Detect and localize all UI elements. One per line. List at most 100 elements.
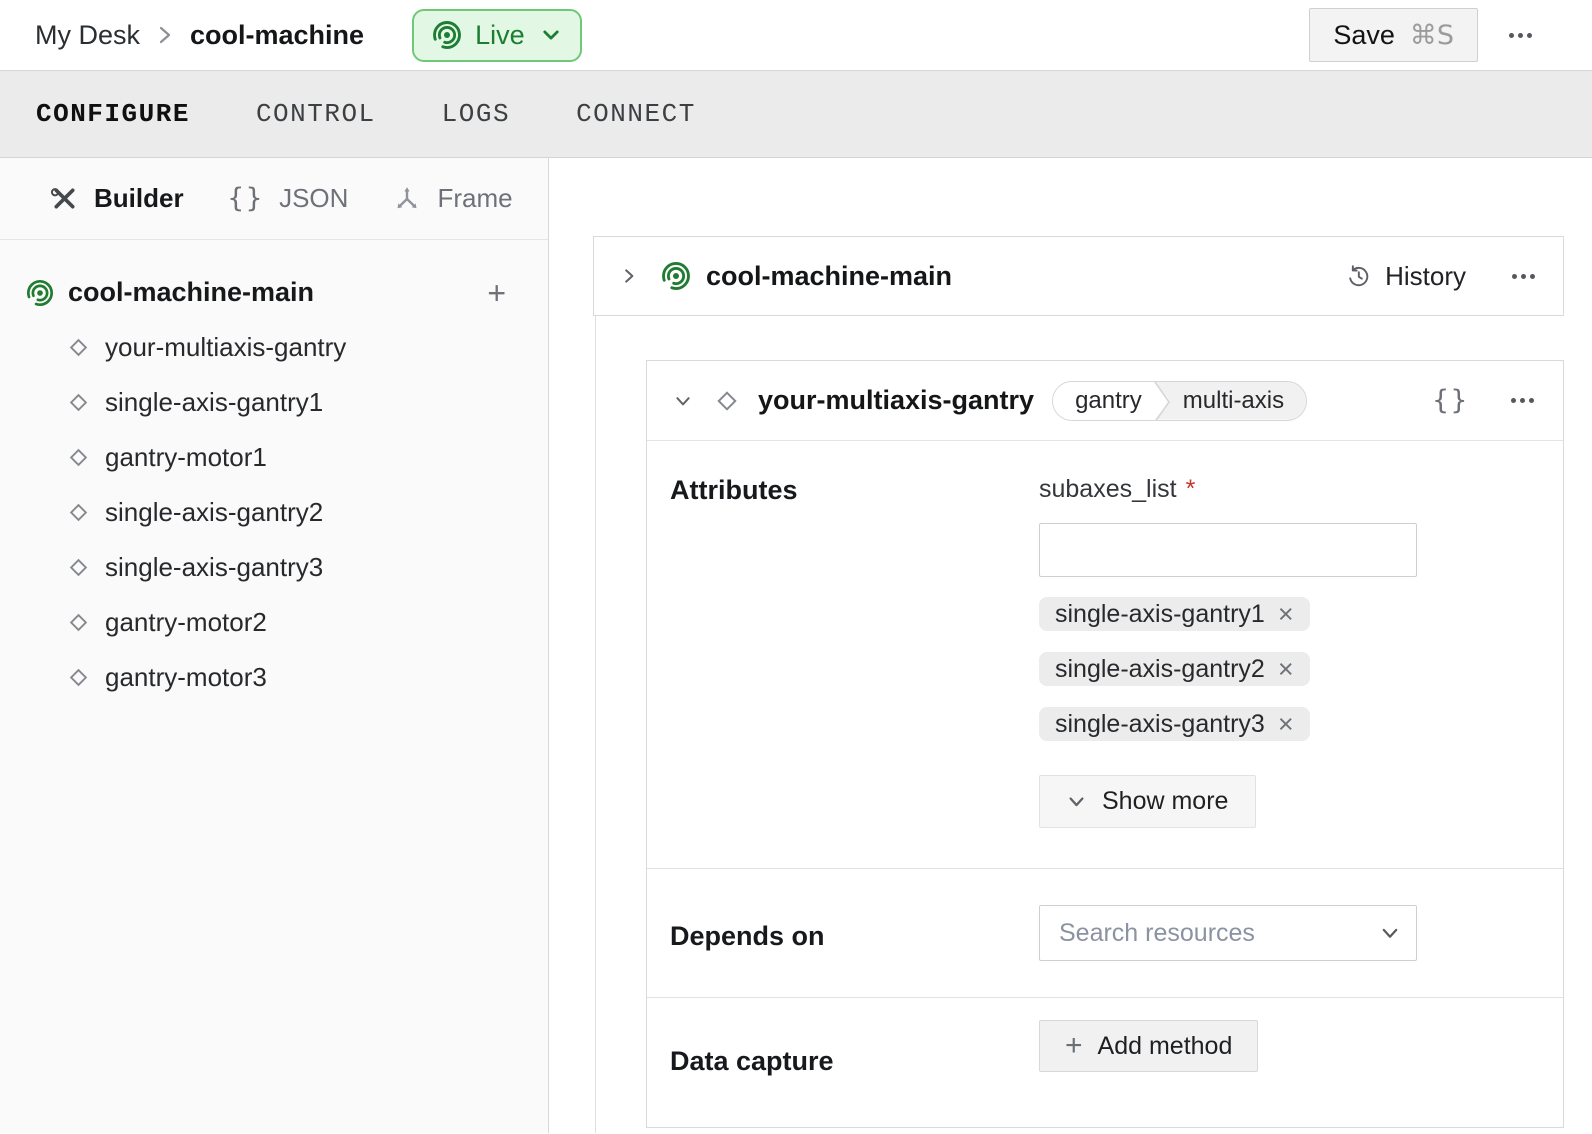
component-diamond-icon <box>66 610 91 635</box>
save-button[interactable]: Save ⌘S <box>1309 8 1478 62</box>
component-diamond-icon <box>66 445 91 470</box>
tree-children: your-multiaxis-gantry single-axis-gantry… <box>26 320 508 705</box>
field-label-subaxes-list: subaxes_list <box>1039 475 1177 504</box>
machine-part-card-header: cool-machine-main History <box>593 236 1564 316</box>
component-diamond-icon <box>66 555 91 580</box>
chevron-down-icon <box>541 25 561 45</box>
chevron-right-icon[interactable] <box>620 267 638 285</box>
mode-json[interactable]: {} JSON <box>228 183 349 214</box>
breadcrumb-parent-link[interactable]: My Desk <box>35 20 140 51</box>
show-more-label: Show more <box>1102 787 1228 816</box>
data-capture-section: Data capture + Add method <box>647 998 1563 1127</box>
model-family-tag: gantry <box>1053 382 1154 420</box>
component-model-tag: gantry multi-axis <box>1052 381 1307 421</box>
machine-status-dropdown[interactable]: Live <box>412 9 582 62</box>
machine-part-icon <box>661 261 691 291</box>
chip-label: single-axis-gantry3 <box>1055 710 1265 739</box>
tree-root-machine-part[interactable]: cool-machine-main + <box>26 265 508 320</box>
part-card-title: cool-machine-main <box>706 261 952 292</box>
top-header-bar: My Desk cool-machine Live Save ⌘S <box>0 0 1592 70</box>
machine-part-icon <box>26 279 54 307</box>
mode-json-label: JSON <box>279 183 348 214</box>
close-icon[interactable]: × <box>1278 656 1294 683</box>
breadcrumb: My Desk cool-machine <box>35 20 364 51</box>
tree-item-label: gantry-motor3 <box>105 662 267 693</box>
data-capture-section-title: Data capture <box>670 1046 1039 1077</box>
show-more-button[interactable]: Show more <box>1039 775 1256 828</box>
broadcast-icon <box>432 20 462 50</box>
component-diamond-icon <box>66 335 91 360</box>
depends-on-section: Depends on Search resources <box>647 869 1563 998</box>
mode-builder[interactable]: Builder <box>50 183 184 214</box>
history-icon <box>1345 263 1372 290</box>
tree-root-label: cool-machine-main <box>68 277 314 308</box>
status-badge: Live <box>475 20 525 51</box>
configure-sidebar: Builder {} JSON Frame <box>0 158 549 1133</box>
add-resource-button[interactable]: + <box>487 277 508 309</box>
page-title: cool-machine <box>190 20 364 51</box>
close-icon[interactable]: × <box>1278 601 1294 628</box>
attributes-section-title: Attributes <box>670 475 1039 506</box>
tab-logs[interactable]: LOGS <box>442 99 510 129</box>
more-options-icon[interactable] <box>1509 33 1532 38</box>
add-method-button[interactable]: + Add method <box>1039 1020 1258 1072</box>
component-diamond-icon <box>66 390 91 415</box>
tree-item[interactable]: single-axis-gantry2 <box>26 485 508 540</box>
component-more-options-icon[interactable] <box>1511 398 1534 403</box>
subaxis-chip: single-axis-gantry1 × <box>1039 597 1310 631</box>
tab-configure[interactable]: CONFIGURE <box>36 99 190 129</box>
braces-icon: {} <box>228 183 265 214</box>
edit-json-icon[interactable]: {} <box>1432 385 1469 416</box>
chip-label: single-axis-gantry2 <box>1055 655 1265 684</box>
depends-on-select[interactable]: Search resources <box>1039 905 1417 961</box>
plus-icon: + <box>1065 1031 1083 1061</box>
tab-connect[interactable]: CONNECT <box>576 99 696 129</box>
mode-builder-label: Builder <box>94 183 184 214</box>
chip-label: single-axis-gantry1 <box>1055 600 1265 629</box>
mode-frame[interactable]: Frame <box>392 183 512 214</box>
component-card: your-multiaxis-gantry gantry multi-axis … <box>646 360 1564 1128</box>
required-marker: * <box>1186 475 1196 504</box>
history-button[interactable]: History <box>1345 261 1466 292</box>
component-card-title: your-multiaxis-gantry <box>758 385 1034 416</box>
mode-frame-label: Frame <box>437 183 512 214</box>
tree-item-label: single-axis-gantry2 <box>105 497 323 528</box>
resource-tree: cool-machine-main + your-multiaxis-gantr… <box>0 240 548 705</box>
subaxes-list-input[interactable] <box>1039 523 1417 577</box>
tree-item[interactable]: single-axis-gantry3 <box>26 540 508 595</box>
part-more-options-icon[interactable] <box>1512 274 1535 279</box>
tree-item-label: gantry-motor2 <box>105 607 267 638</box>
depends-on-placeholder: Search resources <box>1059 919 1255 948</box>
chevron-down-icon[interactable] <box>674 392 692 410</box>
subaxis-chip: single-axis-gantry2 × <box>1039 652 1310 686</box>
save-shortcut-hint: ⌘S <box>1410 20 1454 51</box>
component-diamond-icon <box>66 500 91 525</box>
add-method-label: Add method <box>1098 1032 1233 1061</box>
part-children-container: your-multiaxis-gantry gantry multi-axis … <box>595 316 1592 1133</box>
breadcrumb-separator-icon <box>157 22 173 48</box>
subaxis-chip: single-axis-gantry3 × <box>1039 707 1310 741</box>
machine-tab-bar: CONFIGURE CONTROL LOGS CONNECT <box>0 70 1592 158</box>
component-card-header: your-multiaxis-gantry gantry multi-axis … <box>647 361 1563 441</box>
tools-icon <box>50 184 79 213</box>
tree-item-label: single-axis-gantry1 <box>105 387 323 418</box>
close-icon[interactable]: × <box>1278 711 1294 738</box>
tree-item[interactable]: gantry-motor3 <box>26 650 508 705</box>
view-mode-switcher: Builder {} JSON Frame <box>0 158 548 240</box>
tree-item[interactable]: single-axis-gantry1 <box>26 375 508 430</box>
tree-item[interactable]: gantry-motor1 <box>26 430 508 485</box>
component-diamond-icon <box>713 387 741 415</box>
tree-item-label: your-multiaxis-gantry <box>105 332 346 363</box>
tab-control[interactable]: CONTROL <box>256 99 376 129</box>
tree-item-label: single-axis-gantry3 <box>105 552 323 583</box>
frame-axis-icon <box>392 184 422 214</box>
tag-separator-icon <box>1154 382 1170 421</box>
tree-item[interactable]: gantry-motor2 <box>26 595 508 650</box>
configure-main-panel: cool-machine-main History <box>549 158 1592 1133</box>
tree-item[interactable]: your-multiaxis-gantry <box>26 320 508 375</box>
subaxes-chip-list: single-axis-gantry1 × single-axis-gantry… <box>1039 597 1417 741</box>
model-tag: multi-axis <box>1155 382 1306 420</box>
depends-on-section-title: Depends on <box>670 921 1039 952</box>
component-diamond-icon <box>66 665 91 690</box>
tree-item-label: gantry-motor1 <box>105 442 267 473</box>
